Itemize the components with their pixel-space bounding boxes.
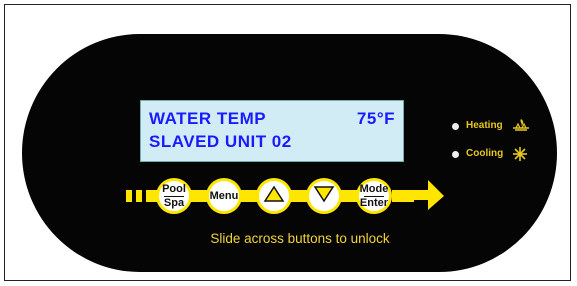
lcd-line-2: SLAVED UNIT 02 xyxy=(149,132,292,151)
heating-label: Heating xyxy=(466,120,503,131)
snowflake-icon xyxy=(512,146,528,168)
unlock-arrow-icon xyxy=(410,180,444,210)
enter-label: Enter xyxy=(359,196,389,209)
lcd-temperature-value: 75°F xyxy=(356,109,395,128)
unlock-strip-segment xyxy=(126,190,132,202)
lcd-line-1: WATER TEMP 75°F xyxy=(149,108,395,130)
cooling-led xyxy=(452,151,459,158)
cooling-label: Cooling xyxy=(466,148,504,159)
down-arrow-icon xyxy=(313,185,335,208)
flame-icon xyxy=(512,118,530,138)
mode-label: Mode xyxy=(359,182,389,195)
spa-label: Spa xyxy=(163,196,185,209)
down-button[interactable] xyxy=(306,178,342,214)
lcd-display: WATER TEMP 75°F SLAVED UNIT 02 xyxy=(140,100,404,162)
menu-button[interactable]: Menu xyxy=(206,178,242,214)
menu-label: Menu xyxy=(209,189,239,202)
unlock-hint: Slide across buttons to unlock xyxy=(210,231,390,246)
mode-enter-button[interactable]: Mode Enter xyxy=(356,178,392,214)
up-arrow-icon xyxy=(263,185,285,208)
pool-label: Pool xyxy=(162,182,186,195)
unlock-strip-segment xyxy=(136,190,142,202)
pool-spa-button[interactable]: Pool Spa xyxy=(156,178,192,214)
mode-enter-label: Mode Enter xyxy=(359,182,389,209)
pool-spa-label: Pool Spa xyxy=(162,182,186,209)
up-button[interactable] xyxy=(256,178,292,214)
lcd-parameter-label: WATER TEMP xyxy=(149,109,267,128)
heating-led xyxy=(452,123,459,130)
